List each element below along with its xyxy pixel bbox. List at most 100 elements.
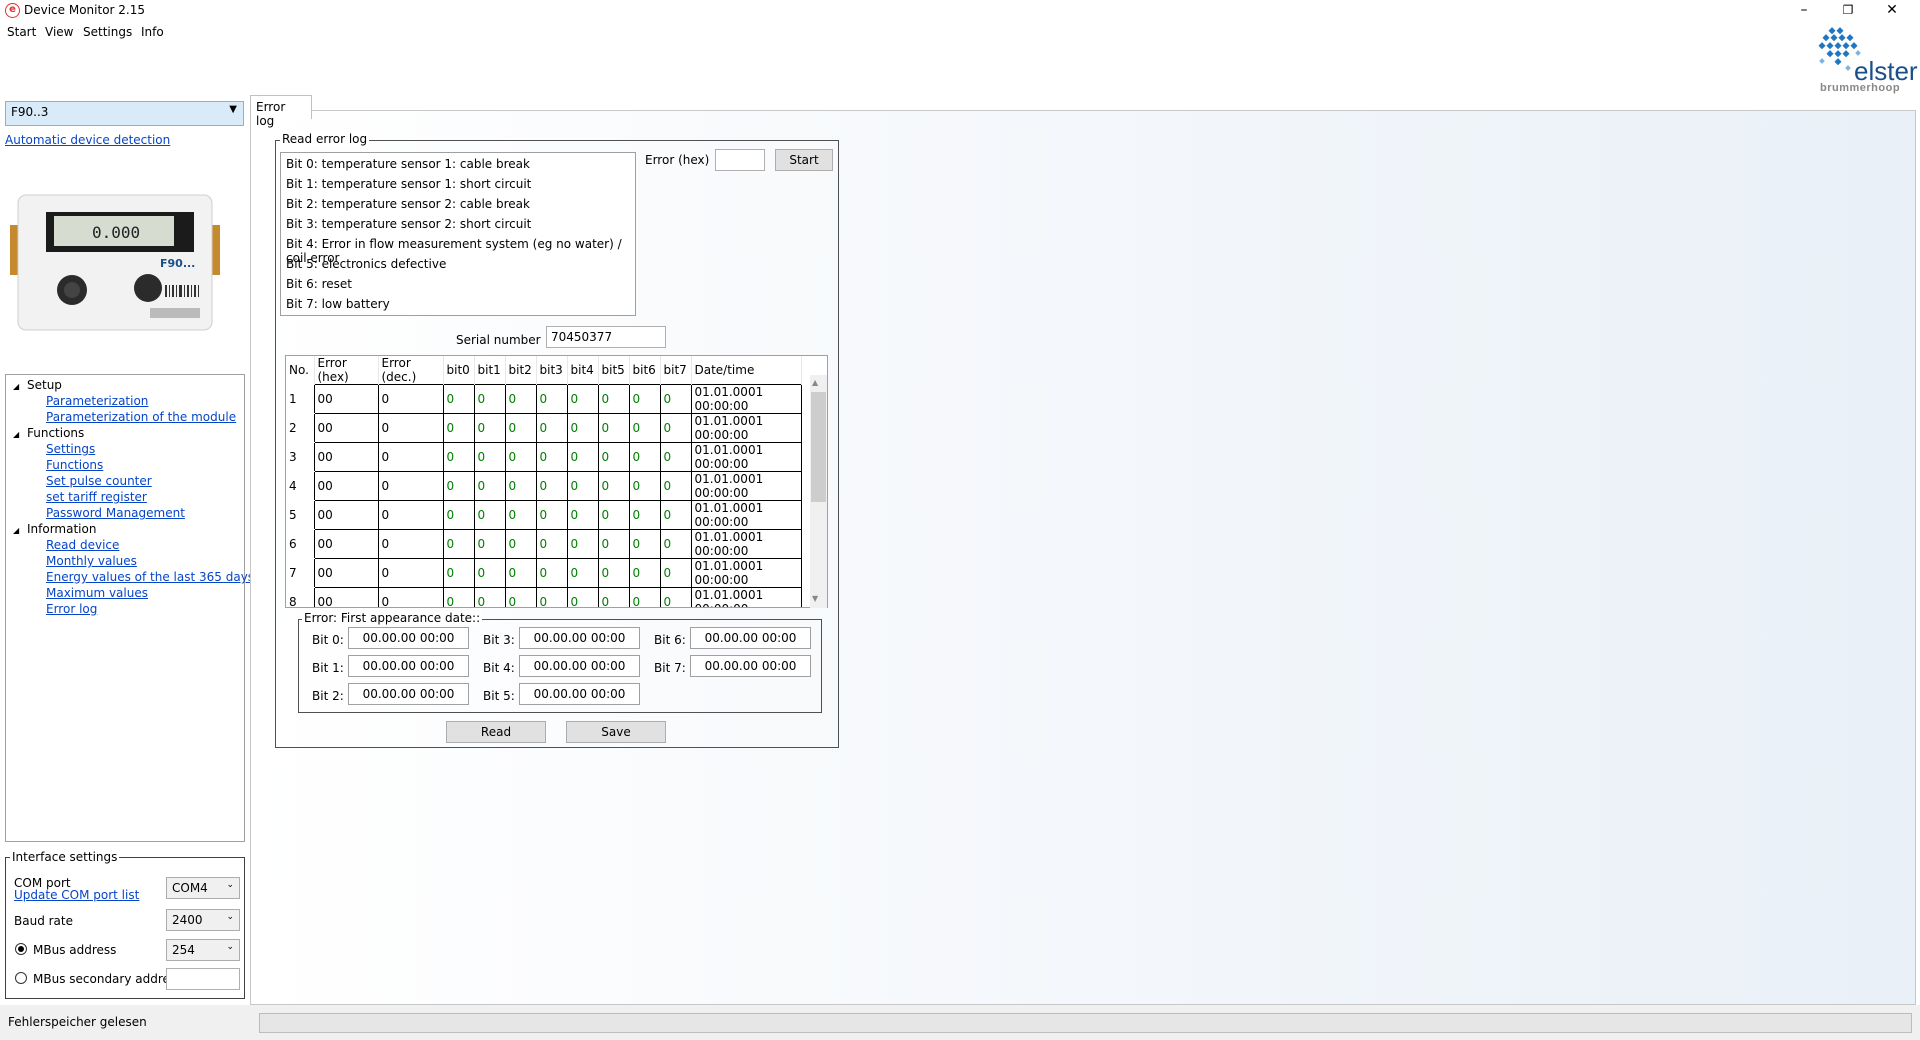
table-cell[interactable]: 0 [377,413,444,443]
table-cell[interactable]: 0 [535,500,568,530]
bit3-date-field[interactable]: 00.00.00 00:00 [519,627,640,649]
table-cell[interactable]: 0 [377,442,444,472]
table-cell[interactable]: 01.01.0001 00:00:00 [690,587,802,607]
tree-item-error-log[interactable]: Error log [46,602,97,616]
table-cell[interactable]: 0 [473,500,506,530]
table-cell[interactable]: 0 [377,587,444,607]
table-cell[interactable]: 00 [313,471,379,501]
table-cell[interactable]: 0 [377,500,444,530]
tree-item-settings[interactable]: Settings [46,442,95,456]
tree-item-parameterization-module[interactable]: Parameterization of the module [46,410,236,424]
table-row[interactable]: 5 00 0 0 0 0 0 0 0 0 0 01.01.0001 00:00:00 [286,500,802,530]
baud-rate-select[interactable]: 2400 ⌄ [166,909,240,931]
table-cell[interactable]: 0 [504,500,537,530]
table-row[interactable]: 6 00 0 0 0 0 0 0 0 0 0 01.01.0001 00:00:00 [286,529,802,559]
table-cell[interactable]: 01.01.0001 00:00:00 [690,529,802,559]
table-cell[interactable]: 0 [442,500,475,530]
table-cell[interactable]: 0 [566,471,599,501]
tree-item-set-tariff-register[interactable]: set tariff register [46,490,147,504]
tree-group-setup[interactable]: ◢ Setup [13,378,62,392]
table-header-cell[interactable]: bit7 [660,356,692,385]
table-cell[interactable]: 0 [442,529,475,559]
table-cell[interactable]: 0 [535,558,568,588]
table-cell[interactable]: 0 [442,384,475,414]
tree-group-functions[interactable]: ◢ Functions [13,426,84,440]
table-cell[interactable]: 01.01.0001 00:00:00 [690,500,802,530]
mbus-secondary-input[interactable] [166,968,240,990]
table-cell[interactable]: 0 [659,471,692,501]
table-cell[interactable]: 0 [628,384,661,414]
table-cell[interactable]: 0 [504,558,537,588]
table-cell[interactable]: 0 [473,413,506,443]
table-cell[interactable]: 0 [628,529,661,559]
table-cell[interactable]: 00 [313,442,379,472]
tree-item-functions[interactable]: Functions [46,458,103,472]
table-cell[interactable]: 0 [597,471,630,501]
read-button[interactable]: Read [446,721,546,743]
tree-item-set-pulse-counter[interactable]: Set pulse counter [46,474,152,488]
table-header-cell[interactable]: bit6 [629,356,661,385]
table-cell[interactable]: 0 [377,471,444,501]
table-cell[interactable]: 0 [628,442,661,472]
table-cell[interactable]: 0 [597,558,630,588]
table-cell[interactable]: 0 [442,413,475,443]
table-cell[interactable]: 0 [628,500,661,530]
tree-item-energy-values[interactable]: Energy values of the last 365 days [46,570,254,584]
table-cell[interactable]: 01.01.0001 00:00:00 [690,413,802,443]
table-cell[interactable]: 0 [659,558,692,588]
table-cell[interactable]: 0 [535,384,568,414]
menu-info[interactable]: Info [141,25,164,39]
table-cell[interactable]: 0 [659,384,692,414]
restore-icon[interactable]: ❐ [1826,0,1870,22]
table-header-cell[interactable]: bit1 [474,356,506,385]
table-cell[interactable]: 0 [628,471,661,501]
table-cell[interactable]: 0 [597,442,630,472]
table-cell[interactable]: 0 [473,529,506,559]
mbus-address-radio[interactable] [15,943,27,955]
table-cell[interactable]: 0 [377,529,444,559]
com-port-select[interactable]: COM4 ⌄ [166,877,240,899]
table-cell[interactable]: 01.01.0001 00:00:00 [690,471,802,501]
scroll-up-icon[interactable]: ▲ [812,378,818,387]
table-header-cell[interactable]: bit5 [598,356,630,385]
table-cell[interactable]: 0 [566,587,599,607]
table-header-cell[interactable]: Date/time [691,356,802,385]
table-cell[interactable]: 0 [597,413,630,443]
table-cell[interactable]: 0 [566,558,599,588]
tree-item-read-device[interactable]: Read device [46,538,119,552]
table-row[interactable]: 3 00 0 0 0 0 0 0 0 0 0 01.01.0001 00:00:00 [286,442,802,472]
table-row[interactable]: 2 00 0 0 0 0 0 0 0 0 0 01.01.0001 00:00:00 [286,413,802,443]
tab-error-log[interactable]: Error log [250,95,312,128]
tree-item-maximum-values[interactable]: Maximum values [46,586,148,600]
table-cell[interactable]: 0 [659,529,692,559]
table-cell[interactable]: 0 [473,442,506,472]
minimize-icon[interactable]: – [1782,0,1826,22]
device-selector[interactable]: F90..3 ▼ [5,101,244,126]
table-cell[interactable]: 0 [442,558,475,588]
table-cell[interactable]: 0 [535,442,568,472]
table-header-cell[interactable]: No. [286,356,315,385]
table-cell[interactable]: 0 [473,471,506,501]
tree-item-password-management[interactable]: Password Management [46,506,185,520]
table-cell[interactable]: 0 [535,413,568,443]
save-button[interactable]: Save [566,721,666,743]
table-cell[interactable]: 0 [566,529,599,559]
table-cell[interactable]: 0 [535,587,568,607]
tree-group-information[interactable]: ◢ Information [13,522,96,536]
table-cell[interactable]: 0 [473,558,506,588]
table-cell[interactable]: 0 [597,587,630,607]
table-row[interactable]: 4 00 0 0 0 0 0 0 0 0 0 01.01.0001 00:00:00 [286,471,802,501]
table-cell[interactable]: 0 [535,471,568,501]
table-cell[interactable]: 0 [504,413,537,443]
table-cell[interactable]: 01.01.0001 00:00:00 [690,384,802,414]
table-cell[interactable]: 0 [659,413,692,443]
table-header-cell[interactable]: Error (dec.) [378,356,444,385]
table-header-cell[interactable]: Error (hex) [314,356,379,385]
table-cell[interactable]: 0 [377,558,444,588]
bit0-date-field[interactable]: 00.00.00 00:00 [348,627,469,649]
table-cell[interactable]: 0 [597,529,630,559]
table-cell[interactable]: 0 [377,384,444,414]
start-button[interactable]: Start [775,149,833,171]
bit6-date-field[interactable]: 00.00.00 00:00 [690,627,811,649]
mbus-address-select[interactable]: 254 ⌄ [166,939,240,961]
